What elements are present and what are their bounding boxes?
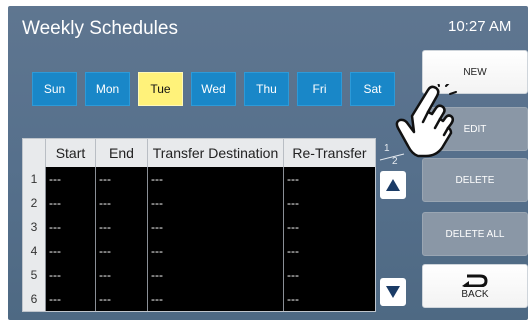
- header-re-transfer: Re-Transfer: [283, 139, 375, 167]
- table-row[interactable]: 4 --- --- --- ---: [23, 239, 375, 263]
- header-end: End: [95, 139, 147, 167]
- scroll-down-button[interactable]: [380, 278, 406, 306]
- cell-end: ---: [95, 239, 147, 263]
- table-row[interactable]: 2 --- --- --- ---: [23, 191, 375, 215]
- cell-re-transfer: ---: [283, 287, 375, 311]
- row-number: 6: [23, 287, 45, 311]
- row-number: 4: [23, 239, 45, 263]
- cell-transfer-destination: ---: [147, 167, 283, 191]
- cell-start: ---: [45, 215, 95, 239]
- cell-start: ---: [45, 263, 95, 287]
- cell-start: ---: [45, 191, 95, 215]
- day-button-wed[interactable]: Wed: [191, 72, 236, 106]
- header-transfer-destination: Transfer Destination: [147, 139, 283, 167]
- cell-transfer-destination: ---: [147, 263, 283, 287]
- hand-pointer-icon: [395, 84, 457, 158]
- cell-transfer-destination: ---: [147, 215, 283, 239]
- cell-start: ---: [45, 167, 95, 191]
- back-label: BACK: [461, 288, 489, 300]
- cell-start: ---: [45, 239, 95, 263]
- return-arrow-icon: [462, 274, 488, 287]
- cell-end: ---: [95, 263, 147, 287]
- table-row[interactable]: 5 --- --- --- ---: [23, 263, 375, 287]
- cell-re-transfer: ---: [283, 263, 375, 287]
- cell-re-transfer: ---: [283, 191, 375, 215]
- table-row[interactable]: 3 --- --- --- ---: [23, 215, 375, 239]
- page-current: 1: [384, 143, 390, 154]
- table-header: Start End Transfer Destination Re-Transf…: [23, 139, 375, 167]
- row-number: 3: [23, 215, 45, 239]
- cell-re-transfer: ---: [283, 215, 375, 239]
- triangle-up-icon: [386, 179, 400, 191]
- cell-transfer-destination: ---: [147, 287, 283, 311]
- back-button[interactable]: BACK: [422, 264, 528, 308]
- day-button-fri[interactable]: Fri: [297, 72, 342, 106]
- scroll-up-button[interactable]: [380, 171, 406, 199]
- delete-button[interactable]: DELETE: [422, 158, 528, 202]
- cell-end: ---: [95, 287, 147, 311]
- schedule-table: Start End Transfer Destination Re-Transf…: [22, 138, 376, 312]
- header-number: [23, 139, 45, 167]
- cell-end: ---: [95, 167, 147, 191]
- day-button-sun[interactable]: Sun: [32, 72, 77, 106]
- table-row[interactable]: 1 --- --- --- ---: [23, 167, 375, 191]
- day-button-sat[interactable]: Sat: [350, 72, 395, 106]
- page-title: Weekly Schedules: [22, 18, 178, 39]
- triangle-down-icon: [386, 286, 400, 298]
- header-start: Start: [45, 139, 95, 167]
- cell-re-transfer: ---: [283, 239, 375, 263]
- cell-end: ---: [95, 215, 147, 239]
- clock: 10:27 AM: [448, 18, 512, 35]
- day-button-thu[interactable]: Thu: [244, 72, 289, 106]
- day-button-tue[interactable]: Tue: [138, 72, 183, 106]
- weekly-schedules-screen: Weekly Schedules 10:27 AM Sun Mon Tue We…: [8, 6, 528, 320]
- cell-end: ---: [95, 191, 147, 215]
- cell-transfer-destination: ---: [147, 191, 283, 215]
- table-row[interactable]: 6 --- --- --- ---: [23, 287, 375, 311]
- delete-all-button[interactable]: DELETE ALL: [422, 212, 528, 256]
- row-number: 5: [23, 263, 45, 287]
- row-number: 2: [23, 191, 45, 215]
- cell-re-transfer: ---: [283, 167, 375, 191]
- day-button-mon[interactable]: Mon: [85, 72, 130, 106]
- cell-start: ---: [45, 287, 95, 311]
- cell-transfer-destination: ---: [147, 239, 283, 263]
- row-number: 1: [23, 167, 45, 191]
